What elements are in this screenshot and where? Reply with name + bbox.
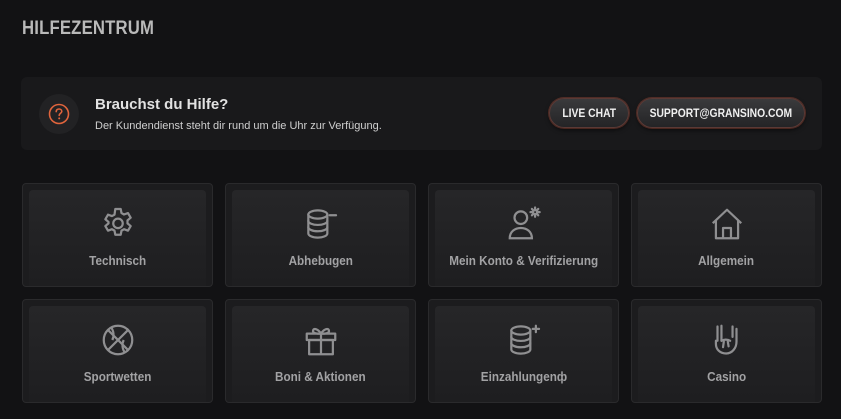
question-circle-icon bbox=[39, 94, 79, 134]
category-tile-sportwetten[interactable]: Sportwetten bbox=[22, 299, 213, 403]
category-tile-casino[interactable]: Casino bbox=[631, 299, 822, 403]
category-label: Boni & Aktionen bbox=[275, 369, 366, 384]
category-label: Technisch bbox=[88, 253, 147, 268]
category-tile-mein-konto[interactable]: Mein Konto & Verifizierung bbox=[428, 183, 619, 287]
coin-stack-plus-icon bbox=[504, 320, 544, 360]
gear-icon bbox=[98, 204, 138, 244]
gift-icon bbox=[301, 320, 341, 360]
user-settings-icon bbox=[504, 204, 544, 244]
coin-stack-minus-icon bbox=[301, 204, 341, 244]
basketball-icon bbox=[98, 320, 138, 360]
home-icon bbox=[707, 204, 747, 244]
category-label: Mein Konto & Verifizierung bbox=[449, 253, 598, 268]
help-banner: Brauchst du Hilfe? Der Kundendienst steh… bbox=[21, 77, 822, 150]
category-label: Abhebugen bbox=[288, 253, 353, 268]
category-label: Sportwetten bbox=[83, 369, 152, 384]
category-tile-allgemein[interactable]: Allgemein bbox=[631, 183, 822, 287]
page-title: HILFEZENTRUM bbox=[22, 18, 155, 39]
support-email-label: SUPPORT@GRANSINO.COM bbox=[649, 106, 793, 120]
category-tile-abhebugen[interactable]: Abhebugen bbox=[225, 183, 416, 287]
help-heading: Brauchst du Hilfe? bbox=[95, 96, 229, 113]
help-center-page: HILFEZENTRUM Brauchst du Hilfe? Der Kund… bbox=[0, 0, 841, 419]
support-email-button[interactable]: SUPPORT@GRANSINO.COM bbox=[637, 98, 805, 128]
live-chat-button[interactable]: LIVE CHAT bbox=[549, 98, 629, 128]
live-chat-label: LIVE CHAT bbox=[562, 106, 616, 120]
category-tile-technisch[interactable]: Technisch bbox=[22, 183, 213, 287]
category-tile-einzahlungen[interactable]: Einzahlungenф bbox=[428, 299, 619, 403]
rock-hand-icon bbox=[707, 320, 747, 360]
category-label: Casino bbox=[706, 369, 747, 384]
category-label: Einzahlungenф bbox=[480, 369, 567, 384]
help-subtext: Der Kundendienst steht dir rund um die U… bbox=[95, 120, 382, 132]
category-tile-boni[interactable]: Boni & Aktionen bbox=[225, 299, 416, 403]
category-label: Allgemein bbox=[698, 253, 755, 268]
